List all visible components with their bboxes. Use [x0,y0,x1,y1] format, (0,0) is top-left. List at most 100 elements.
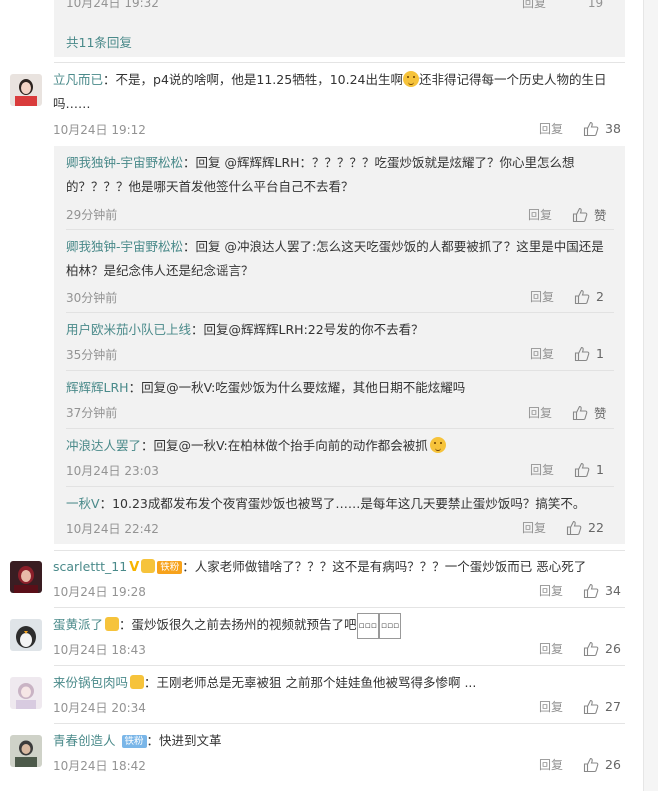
scrollbar-track[interactable] [643,0,658,791]
fan-badge: 铁粉 [121,735,147,748]
divider [54,550,625,551]
like-count: 22 [588,520,604,535]
reply-button[interactable]: 回复 [539,698,563,715]
cut-reply-actions: 回复 19 [522,0,603,11]
commenter-name[interactable]: 来份锅包肉吗 [53,675,128,690]
reply-time: 35分钟前 [66,348,118,362]
thumbs-up-icon[interactable] [574,289,590,305]
reply-button[interactable]: 回复 [539,582,563,599]
like-count: 26 [605,641,621,656]
thumbs-up-icon[interactable] [574,462,590,478]
comment-text: 立凡而已：不是，p4说的啥啊，他是11.25牺牲，10.24出生啊 还非得记得每一… [53,71,607,111]
divider [66,370,614,371]
cut-like-count: 19 [587,0,604,10]
reply-actions: 回复 赞 [528,205,607,224]
reply-button[interactable]: 回复 [530,461,554,478]
avatar[interactable] [10,677,42,709]
like-count: 2 [596,289,604,304]
like-count: 38 [605,121,621,136]
divider [54,723,625,724]
thumbs-up-icon[interactable] [583,121,599,137]
comment-time: 10月24日 19:12 [53,123,146,137]
replier-name[interactable]: 卿我独钟-宇宙野松松 [66,155,183,170]
thumbs-up-icon[interactable] [583,641,599,657]
reply-actions: 回复 1 [530,345,604,362]
reply-time: 37分钟前 [66,406,118,420]
thumbs-up-icon[interactable] [583,583,599,599]
replier-name[interactable]: 冲浪达人罢了 [66,438,141,453]
reply-text: 卿我独钟-宇宙野松松：回复 @辉辉辉LRH：？？？？？吃蛋炒饭就是炫耀了？你心里… [66,155,575,194]
reply-button[interactable]: 回复 [539,120,563,137]
reply-button[interactable]: 回复 [539,640,563,657]
commenter-name[interactable]: 青春创造人 [53,733,116,748]
comment-actions: 回复 26 [539,640,621,657]
divider [66,229,614,230]
like-count: 1 [596,462,604,477]
more-replies-link[interactable]: 共11条回复 [66,32,132,51]
fan-badge: 铁粉 [157,561,183,574]
reply-time: 29分钟前 [66,208,118,222]
like-count: 26 [605,757,621,772]
reply-button[interactable]: 回复 [539,756,563,773]
thumbs-up-icon[interactable] [572,405,588,421]
comment-text: scarlettt_11 V 铁粉 ：人家老师做错啥了？？？这不是有病吗？？？一个蛋炒… [53,555,633,580]
reply-text: 用户欧米茄小队已上线：回复@辉辉辉LRH:22号发的你不去看？ [66,322,424,337]
comment-text: 蛋黄派了 ：蛋炒饭很久之前去扬州的视频就预告了吧 ▫▫▫ ▫▫▫ [53,613,633,639]
comment-time: 10月24日 19:28 [53,585,146,599]
thumbs-up-icon[interactable] [574,346,590,362]
comment-text: 来份锅包肉吗 ：王刚老师总是无辜被狙 之前那个娃娃鱼他被骂得多惨啊 ... [53,675,477,690]
like-count: 27 [605,699,621,714]
cut-reply-time: 10月24日 19:32 [66,0,159,10]
avatar[interactable] [10,561,42,593]
avatar[interactable] [10,735,42,767]
reply-actions: 回复 22 [522,519,604,536]
replier-name[interactable]: 一秋V [66,496,100,511]
comment-time: 10月24日 18:42 [53,759,146,773]
divider [54,665,625,666]
broken-emoji-icon: ▫▫▫ [378,613,402,639]
reply-actions: 回复 2 [530,288,604,305]
thumbs-up-icon[interactable] [583,699,599,715]
reply-button[interactable]: 回复 [528,404,552,421]
divider [66,428,614,429]
reply-button[interactable]: 回复 [528,206,552,223]
comment-actions: 回复 34 [539,582,621,599]
replier-name[interactable]: 用户欧米茄小队已上线 [66,322,191,337]
smiley-emoji-icon [402,71,419,87]
comment-actions: 回复 38 [539,120,621,137]
avatar[interactable] [10,74,42,106]
like-count: 1 [596,346,604,361]
like-count: 赞 [594,406,607,421]
like-count: 赞 [594,208,607,223]
fan-emoji-icon [105,617,120,631]
reply-text: 卿我独钟-宇宙野松松：回复 @冲浪达人罢了:怎么这天吃蛋炒饭的人都要被抓了？这里… [66,239,604,278]
commenter-name[interactable]: 立凡而已 [53,72,103,87]
reply-text: 冲浪达人罢了：回复@一秋V:在柏林做个抬手向前的动作都会被抓 [66,434,614,458]
reply-time: 30分钟前 [66,291,118,305]
thumbs-up-icon[interactable] [572,207,588,223]
comment-text: 青春创造人 铁粉 ：快进到文革 [53,733,222,748]
divider [54,607,625,608]
reply-text: 辉辉辉LRH：回复@一秋V:吃蛋炒饭为什么要炫耀，其他日期不能炫耀吗 [66,380,466,395]
commenter-name[interactable]: 蛋黄派了 [53,617,103,632]
cut-reply-button[interactable]: 回复 [522,0,546,10]
replier-name[interactable]: 卿我独钟-宇宙野松松 [66,239,183,254]
avatar[interactable] [10,619,42,651]
reply-button[interactable]: 回复 [522,519,546,536]
reply-button[interactable]: 回复 [530,288,554,305]
thumbs-up-icon[interactable] [566,520,582,536]
comment-time: 10月24日 20:34 [53,701,146,715]
reply-text: 一秋V：10.23成都发布发个夜宵蛋炒饭也被骂了……是每年这几天要禁止蛋炒饭吗？… [66,496,586,511]
broken-emoji-icon: ▫▫▫ [356,613,379,639]
like-count: 34 [605,583,621,598]
reply-button[interactable]: 回复 [530,345,554,362]
fan-emoji-icon [141,559,156,573]
replier-name[interactable]: 辉辉辉LRH [66,380,129,395]
comment-time: 10月24日 18:43 [53,643,146,657]
commenter-name[interactable]: scarlettt_11 [53,559,127,574]
comment-actions: 回复 27 [539,698,621,715]
fan-emoji-icon [130,675,145,689]
reply-actions: 回复 1 [530,461,604,478]
thumbs-up-icon[interactable] [583,757,599,773]
divider [54,62,625,63]
